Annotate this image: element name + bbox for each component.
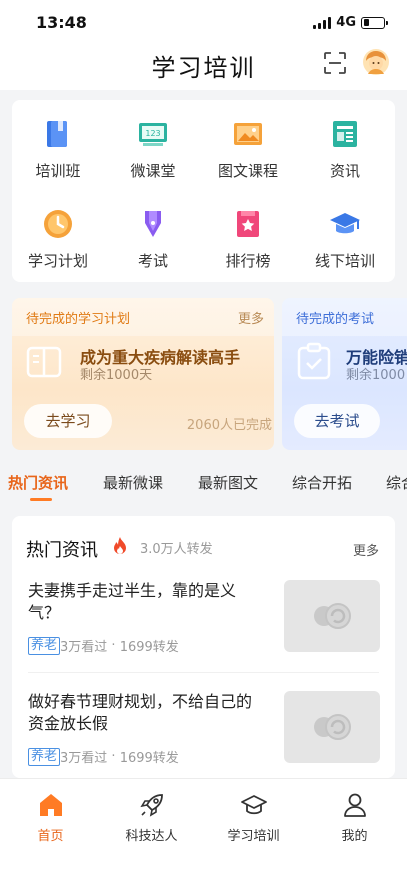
grid-item-training-class[interactable]: 培训班 bbox=[12, 118, 104, 181]
pen-icon bbox=[137, 208, 169, 240]
avatar-icon[interactable] bbox=[362, 48, 390, 76]
grid-item-news[interactable]: 资讯 bbox=[299, 118, 391, 181]
grid-label: 排行榜 bbox=[225, 252, 271, 270]
grid-label: 微课堂 bbox=[130, 162, 176, 180]
nav-mine[interactable]: 我的 bbox=[304, 791, 405, 844]
news-views: 3万看过 bbox=[60, 751, 108, 766]
grid-item-graphic-course[interactable]: 图文课程 bbox=[202, 118, 294, 181]
go-study-button[interactable]: 去学习 bbox=[24, 404, 112, 438]
tab-comprehensive-expansion[interactable]: 综合开拓 bbox=[292, 472, 352, 493]
feature-grid: 培训班 123 微课堂 图文课程 资讯 学习计划 考试 排行榜 线下培训 bbox=[12, 100, 395, 282]
exam-remaining: 剩余1000 bbox=[346, 368, 406, 383]
meta-separator: · bbox=[107, 749, 120, 764]
news-reposts: 1699转发 bbox=[119, 751, 179, 766]
news-thumbnail bbox=[284, 691, 380, 763]
nav-label: 学习培训 bbox=[227, 829, 280, 844]
exam-card[interactable]: 待完成的考试 万能险销 剩余1000 去考试 bbox=[282, 298, 407, 450]
scan-icon[interactable] bbox=[322, 50, 348, 76]
news-icon bbox=[329, 118, 361, 150]
signal-icon bbox=[313, 16, 332, 29]
grid-item-micro-class[interactable]: 123 微课堂 bbox=[107, 118, 199, 181]
grid-label: 线下培训 bbox=[314, 252, 375, 270]
meta-separator: · bbox=[107, 638, 120, 653]
svg-text:123: 123 bbox=[145, 129, 160, 138]
grid-item-ranking[interactable]: 排行榜 bbox=[202, 208, 294, 271]
board-icon: 123 bbox=[137, 118, 169, 150]
news-thumbnail bbox=[284, 580, 380, 652]
news-reposts: 1699转发 bbox=[119, 640, 179, 655]
picture-icon bbox=[232, 118, 264, 150]
graduation-cap-icon bbox=[240, 791, 268, 819]
grid-label: 学习计划 bbox=[27, 252, 88, 270]
grid-item-exam[interactable]: 考试 bbox=[107, 208, 199, 271]
hot-news-card: 热门资讯 3.0万人转发 更多 夫妻携手走过半生，靠的是义气？ 养老 3万看过 … bbox=[12, 516, 395, 778]
rocket-icon bbox=[138, 791, 166, 819]
news-item[interactable]: 夫妻携手走过半生，靠的是义气？ 养老 3万看过 · 1699转发 bbox=[12, 580, 395, 690]
grid-label: 资讯 bbox=[329, 162, 360, 180]
nav-home[interactable]: 首页 bbox=[0, 791, 101, 844]
book-icon bbox=[42, 118, 74, 150]
news-tag: 养老 bbox=[28, 636, 61, 655]
tab-hot-news[interactable]: 热门资讯 bbox=[8, 472, 68, 493]
status-time: 13:48 bbox=[36, 13, 87, 32]
nav-label: 首页 bbox=[37, 829, 64, 844]
study-more-link[interactable]: 更多 bbox=[238, 308, 264, 327]
news-tag: 养老 bbox=[28, 747, 61, 766]
ranking-icon bbox=[232, 208, 264, 240]
placeholder-logo-icon bbox=[314, 603, 351, 629]
grid-label: 培训班 bbox=[35, 162, 81, 180]
fire-icon bbox=[112, 537, 128, 555]
tab-latest-graphic[interactable]: 最新图文 bbox=[198, 472, 258, 493]
study-completed-count: 2060人已完成 bbox=[186, 418, 272, 433]
graduation-cap-icon bbox=[329, 208, 361, 240]
news-more-link[interactable]: 更多 bbox=[353, 540, 379, 559]
bottom-navigation: 首页 科技达人 学习培训 我的 bbox=[0, 778, 407, 883]
nav-label: 我的 bbox=[341, 829, 368, 844]
status-icons: 4G bbox=[313, 15, 388, 30]
active-tab-indicator bbox=[30, 498, 52, 501]
clipboard-icon bbox=[296, 342, 332, 382]
status-bar: 13:48 4G bbox=[0, 0, 407, 44]
news-item-meta: 养老 3万看过 · 1699转发 bbox=[28, 747, 179, 766]
header: 学习培训 bbox=[0, 44, 407, 90]
category-tabs: 热门资讯 最新微课 最新图文 综合开拓 综合 bbox=[0, 462, 407, 504]
exam-header: 待完成的考试 bbox=[282, 298, 407, 336]
nav-label: 科技达人 bbox=[125, 829, 178, 844]
grid-item-study-plan[interactable]: 学习计划 bbox=[12, 208, 104, 271]
network-label: 4G bbox=[336, 15, 356, 30]
tab-comprehensive[interactable]: 综合 bbox=[386, 472, 407, 493]
divider bbox=[28, 672, 379, 673]
news-item-title: 夫妻携手走过半生，靠的是义气？ bbox=[28, 581, 237, 622]
open-book-icon bbox=[26, 342, 62, 382]
home-icon bbox=[37, 791, 65, 819]
study-plan-card[interactable]: 待完成的学习计划 更多 成为重大疾病解读高手 剩余1000天 去学习 2060人… bbox=[12, 298, 274, 450]
grid-item-offline-training[interactable]: 线下培训 bbox=[299, 208, 391, 271]
user-icon bbox=[341, 791, 369, 819]
news-item-meta: 养老 3万看过 · 1699转发 bbox=[28, 636, 179, 655]
go-exam-button[interactable]: 去考试 bbox=[294, 404, 380, 438]
news-item-title: 做好春节理财规划，不给自己的资金放长假 bbox=[28, 692, 253, 733]
grid-label: 考试 bbox=[137, 252, 168, 270]
grid-label: 图文课程 bbox=[217, 162, 278, 180]
study-plan-header: 待完成的学习计划 bbox=[12, 298, 274, 336]
study-plan-remaining: 剩余1000天 bbox=[80, 368, 153, 383]
tab-latest-micro-class[interactable]: 最新微课 bbox=[103, 472, 163, 493]
hot-news-title: 热门资讯 bbox=[26, 540, 98, 561]
placeholder-logo-icon bbox=[314, 714, 351, 740]
hot-news-reposts: 3.0万人转发 bbox=[140, 542, 213, 557]
news-item[interactable]: 做好春节理财规划，不给自己的资金放长假 养老 3万看过 · 1699转发 bbox=[12, 691, 395, 778]
news-views: 3万看过 bbox=[60, 640, 108, 655]
battery-icon bbox=[361, 16, 388, 29]
nav-study-training[interactable]: 学习培训 bbox=[203, 791, 304, 844]
nav-tech-expert[interactable]: 科技达人 bbox=[101, 791, 202, 844]
clock-icon bbox=[42, 208, 74, 240]
